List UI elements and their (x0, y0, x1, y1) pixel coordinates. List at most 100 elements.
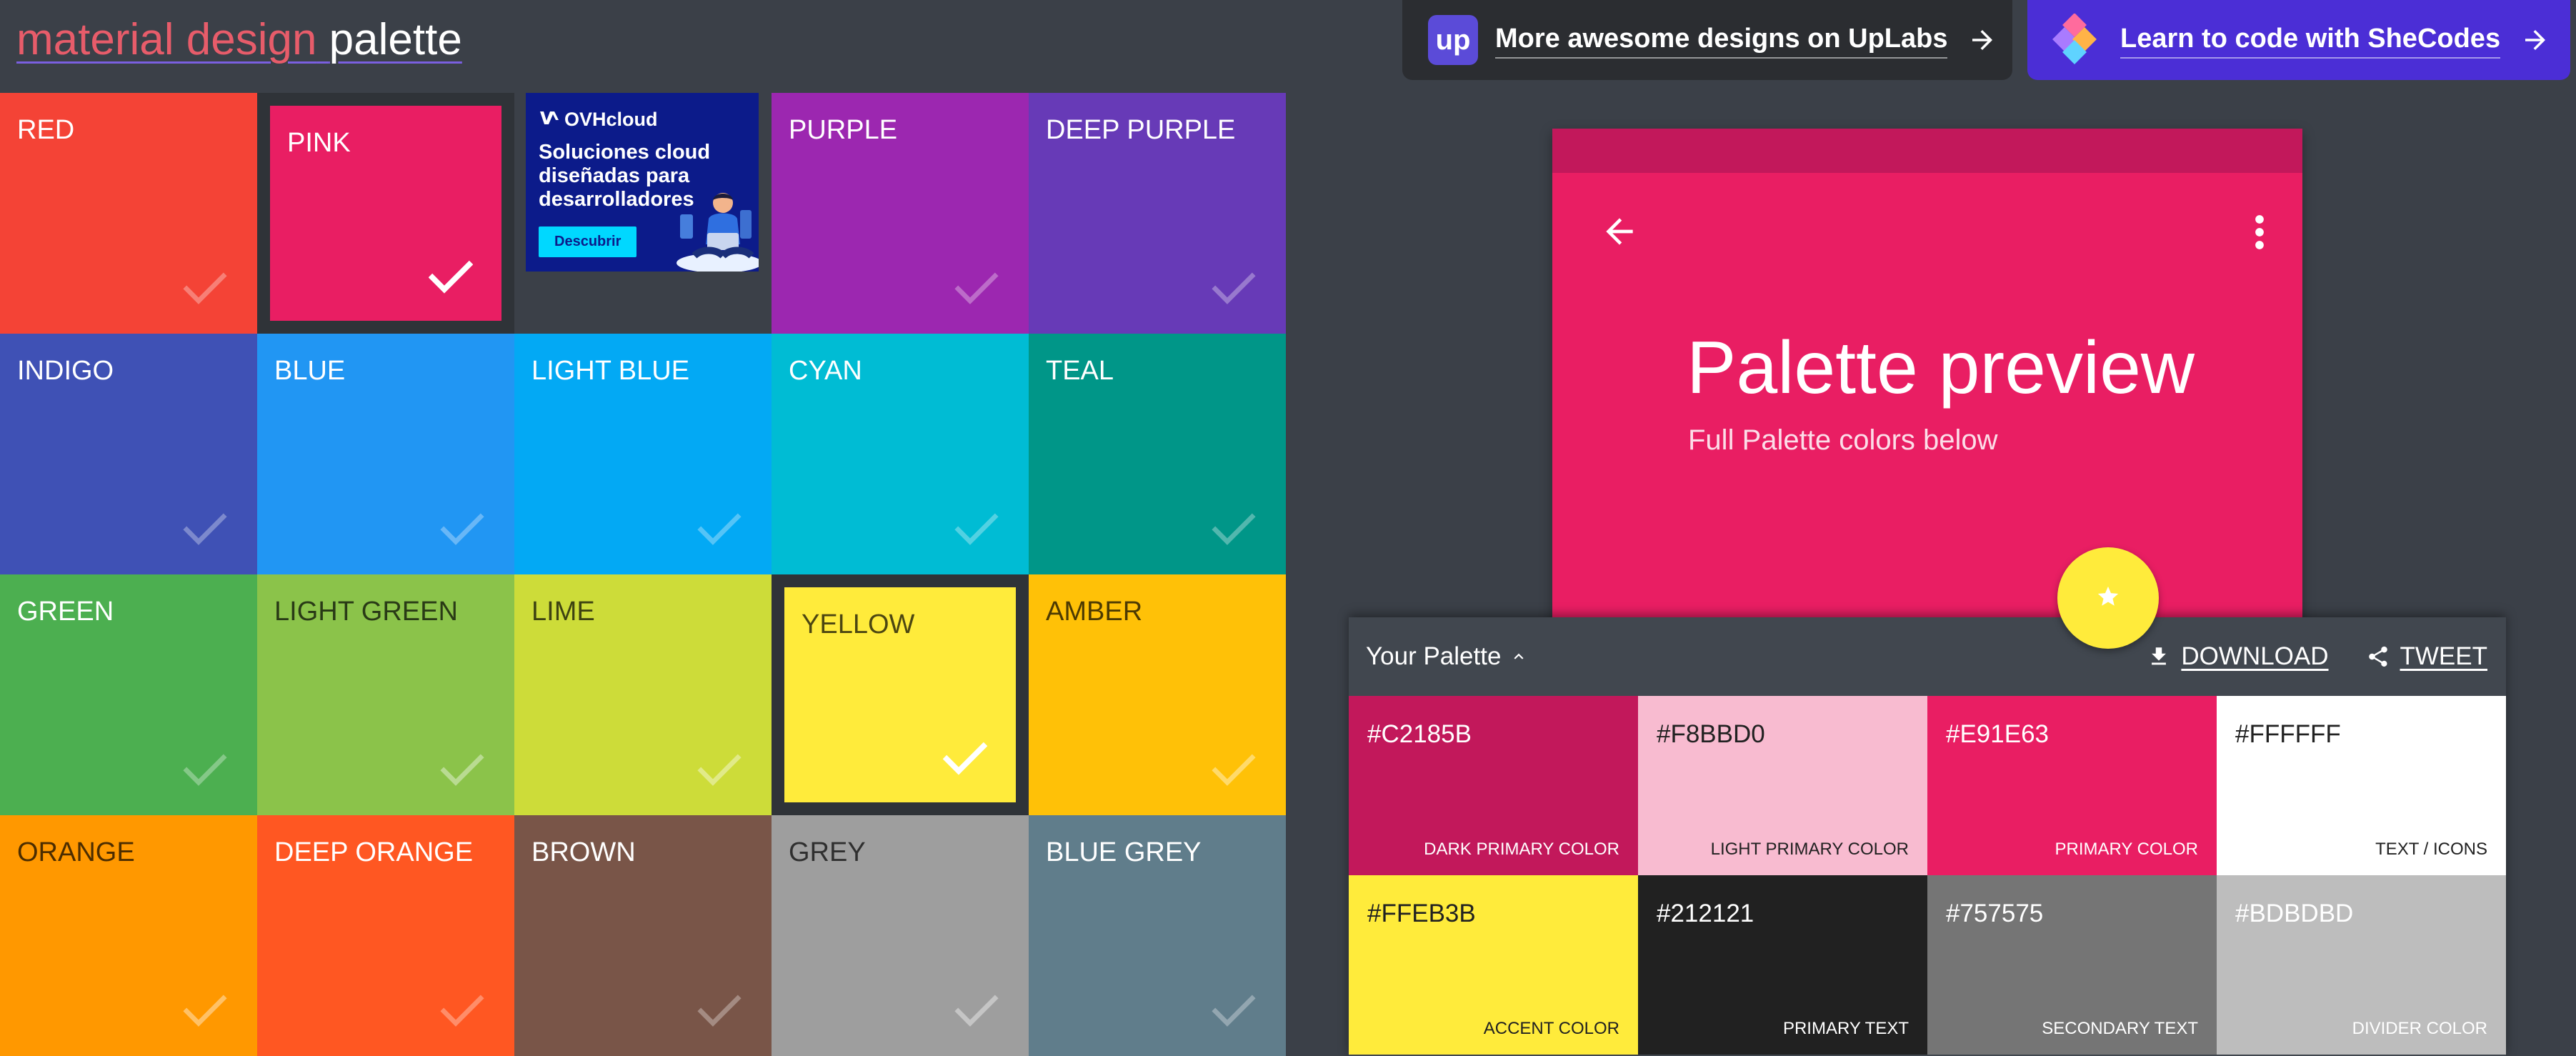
swatch-role: TEXT / ICONS (2375, 840, 2487, 859)
color-tile-label: LIGHT GREEN (274, 597, 458, 627)
swatch-hex: #757575 (1946, 900, 2044, 927)
check-icon (183, 992, 227, 1029)
color-tile-indigo[interactable]: INDIGO (0, 334, 257, 574)
swatch-role: PRIMARY COLOR (2055, 840, 2199, 859)
color-tile-label: BLUE (274, 356, 346, 386)
share-icon (2368, 646, 2387, 667)
color-tile-purple[interactable]: PURPLE (772, 93, 1029, 334)
check-icon (954, 269, 999, 307)
arrow-back-icon[interactable] (1599, 211, 1639, 251)
check-icon (1212, 751, 1256, 788)
swatch-hex: #E91E63 (1946, 720, 2050, 748)
check-icon (183, 751, 227, 788)
color-tile-brown[interactable]: BROWN (514, 815, 772, 1056)
swatch-secondary-text[interactable]: #757575 SECONDARY TEXT (1927, 875, 2217, 1055)
check-icon (697, 510, 742, 547)
check-icon (954, 510, 999, 547)
color-tile-green[interactable]: GREEN (0, 574, 257, 815)
shecodes-logo-icon (2052, 14, 2105, 66)
uplabs-logo-icon: up (1427, 14, 1479, 66)
color-tile-label: GREY (789, 837, 866, 867)
palette-toolbar: Your Palette DOWNLOAD TWEET (1349, 617, 2506, 696)
logo-word-palette: palette (329, 15, 462, 64)
your-palette-panel: Your Palette DOWNLOAD TWEET #C2185B DARK… (1349, 617, 2506, 1056)
more-vert-icon[interactable] (2252, 213, 2267, 251)
color-tile-label: INDIGO (17, 356, 114, 386)
swatch-hex: #212121 (1657, 900, 1754, 927)
arrow-right-icon (2525, 30, 2546, 50)
download-icon (2152, 647, 2167, 665)
swatch-role: PRIMARY TEXT (1782, 1019, 1909, 1038)
arrow-right-icon (1972, 30, 1993, 50)
color-tile-label: YELLOW (802, 609, 915, 639)
ad-cta-button[interactable]: Descubrir (539, 226, 637, 257)
swatch-role: LIGHT PRIMARY COLOR (1710, 840, 1909, 859)
color-tile-label: BROWN (531, 837, 636, 867)
accent-fab-button[interactable] (2057, 547, 2159, 649)
color-tile-label: PINK (287, 128, 351, 158)
color-tile-light-green[interactable]: LIGHT GREEN (257, 574, 514, 815)
check-icon (428, 258, 474, 295)
uplabs-promo-link[interactable]: up More awesome designs on UpLabs (1402, 0, 2012, 80)
swatch-primary-color[interactable]: #E91E63 PRIMARY COLOR (1927, 696, 2217, 875)
color-tile-lime[interactable]: LIME (514, 574, 772, 815)
swatch-hex: #C2185B (1367, 720, 1472, 748)
color-tile-deep-purple[interactable]: DEEP PURPLE (1029, 93, 1286, 334)
shecodes-promo-link[interactable]: Learn to code with SheCodes (2027, 0, 2570, 80)
palette-toggle[interactable]: Your Palette (1366, 642, 1528, 671)
preview-subtitle: Full Palette colors below (1688, 424, 1998, 456)
color-tile-orange[interactable]: ORANGE (0, 815, 257, 1056)
uplabs-promo-label: More awesome designs on UpLabs (1495, 22, 1948, 59)
check-icon (1212, 992, 1256, 1029)
color-tile-label: DEEP ORANGE (274, 837, 474, 867)
check-icon (942, 739, 988, 777)
color-tile-blue[interactable]: BLUE (257, 334, 514, 574)
color-tile-blue-grey[interactable]: BLUE GREY (1029, 815, 1286, 1056)
check-icon (183, 269, 227, 307)
palette-title-label: Your Palette (1366, 642, 1502, 670)
swatch-primary-text[interactable]: #212121 PRIMARY TEXT (1638, 875, 1927, 1055)
tweet-button[interactable]: TWEET (2366, 642, 2487, 671)
preview-title: Palette preview (1687, 327, 2195, 409)
download-button[interactable]: DOWNLOAD (2147, 642, 2329, 671)
site-logo[interactable]: material design palette (16, 10, 462, 70)
color-tile-label: AMBER (1046, 597, 1143, 627)
check-icon (697, 992, 742, 1029)
color-tile-label: LIGHT BLUE (531, 356, 690, 386)
swatch-dark-primary-color[interactable]: #C2185B DARK PRIMARY COLOR (1349, 696, 1638, 875)
swatch-hex: #BDBDBD (2235, 900, 2354, 927)
swatch-role: DIVIDER COLOR (2352, 1019, 2487, 1038)
color-tile-deep-orange[interactable]: DEEP ORANGE (257, 815, 514, 1056)
color-tile-cyan[interactable]: CYAN (772, 334, 1029, 574)
color-tile-pink[interactable]: PINK (257, 93, 514, 334)
swatch-hex: #F8BBD0 (1657, 720, 1765, 748)
color-tile-label: GREEN (17, 597, 114, 627)
check-icon (183, 510, 227, 547)
color-grid: RED PINK OVHcloud Soluciones cloud diseñ… (0, 93, 1286, 1056)
palette-preview-card: Palette preview Full Palette colors belo… (1552, 129, 2302, 629)
color-tile-teal[interactable]: TEAL (1029, 334, 1286, 574)
ovhcloud-ad[interactable]: OVHcloud Soluciones cloud diseñadas para… (514, 93, 772, 334)
check-icon (954, 992, 999, 1029)
swatch-role: ACCENT COLOR (1483, 1019, 1619, 1038)
swatch-light-primary-color[interactable]: #F8BBD0 LIGHT PRIMARY COLOR (1638, 696, 1927, 875)
color-tile-label: RED (17, 115, 75, 145)
logo-word-material-design: material design (16, 15, 317, 64)
swatch-role: SECONDARY TEXT (2042, 1019, 2198, 1038)
color-tile-red[interactable]: RED (0, 93, 257, 334)
tweet-label: TWEET (2400, 642, 2487, 670)
color-tile-amber[interactable]: AMBER (1029, 574, 1286, 815)
check-icon (440, 992, 484, 1029)
ad-banner[interactable]: OVHcloud Soluciones cloud diseñadas para… (526, 93, 759, 272)
preview-status-bar (1552, 129, 2302, 173)
color-tile-grey[interactable]: GREY (772, 815, 1029, 1056)
color-tile-label: CYAN (789, 356, 862, 386)
swatch-text-icons[interactable]: #FFFFFF TEXT / ICONS (2217, 696, 2506, 875)
swatch-accent-color[interactable]: #FFEB3B ACCENT COLOR (1349, 875, 1638, 1055)
color-tile-label: TEAL (1046, 356, 1114, 386)
shecodes-promo-label: Learn to code with SheCodes (2120, 22, 2501, 59)
swatch-hex: #FFEB3B (1367, 900, 1476, 927)
swatch-divider-color[interactable]: #BDBDBD DIVIDER COLOR (2217, 875, 2506, 1055)
color-tile-yellow[interactable]: YELLOW (772, 574, 1029, 815)
color-tile-light-blue[interactable]: LIGHT BLUE (514, 334, 772, 574)
